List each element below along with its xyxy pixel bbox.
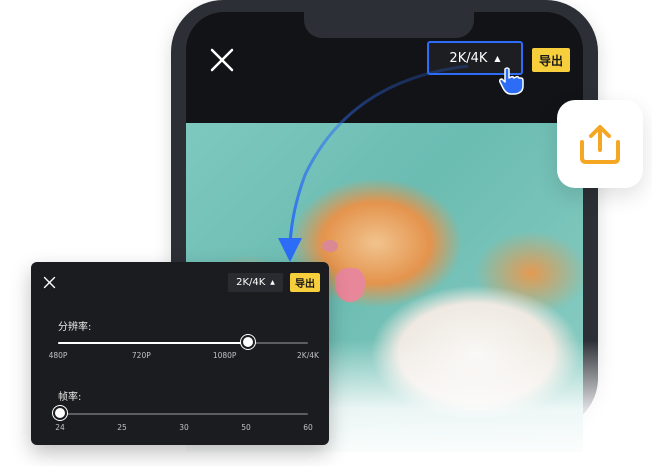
resolution-slider-handle[interactable] [241,335,255,349]
close-icon[interactable] [209,47,235,73]
slider-tick-label: 50 [241,423,251,432]
upload-card [557,100,643,188]
hand-pointer-icon [499,67,524,95]
resolution-dropdown-label: 2K/4K [449,50,488,66]
slider-tick-label: 720P [131,351,151,360]
panel-resolution-label: 2K/4K [236,277,266,288]
framerate-label: 帧率: [58,392,82,403]
close-icon[interactable] [43,276,56,289]
framerate-slider-handle[interactable] [53,406,67,420]
slider-tick-label: 2K/4K [297,351,319,360]
panel-resolution-dropdown[interactable]: 2K/4K ▲ [228,273,283,292]
slider-tick-label: 480P [48,351,68,360]
resolution-slider-fill [58,342,248,344]
export-settings-panel: 2K/4K ▲ 导出 分辨率: 480P 720P 1080P 2K/4K 帧率: 2… [31,262,329,445]
caret-up-icon: ▲ [494,54,501,63]
slider-tick-label: 24 [55,423,65,432]
slider-tick-label: 60 [303,423,313,432]
slider-tick-label: 1080P [212,351,237,360]
panel-export-button[interactable]: 导出 [290,273,320,292]
slider-tick-label: 30 [179,423,189,432]
export-button[interactable]: 导出 [532,48,570,72]
cat-nose-detail [322,240,338,252]
cat-tongue-detail [335,268,365,302]
phone-notch [304,12,474,38]
caret-up-icon: ▲ [270,279,275,286]
slider-tick-label: 25 [117,423,127,432]
framerate-slider-track[interactable] [60,413,308,415]
resolution-label: 分辨率: [58,322,92,333]
upload-icon [580,125,620,164]
